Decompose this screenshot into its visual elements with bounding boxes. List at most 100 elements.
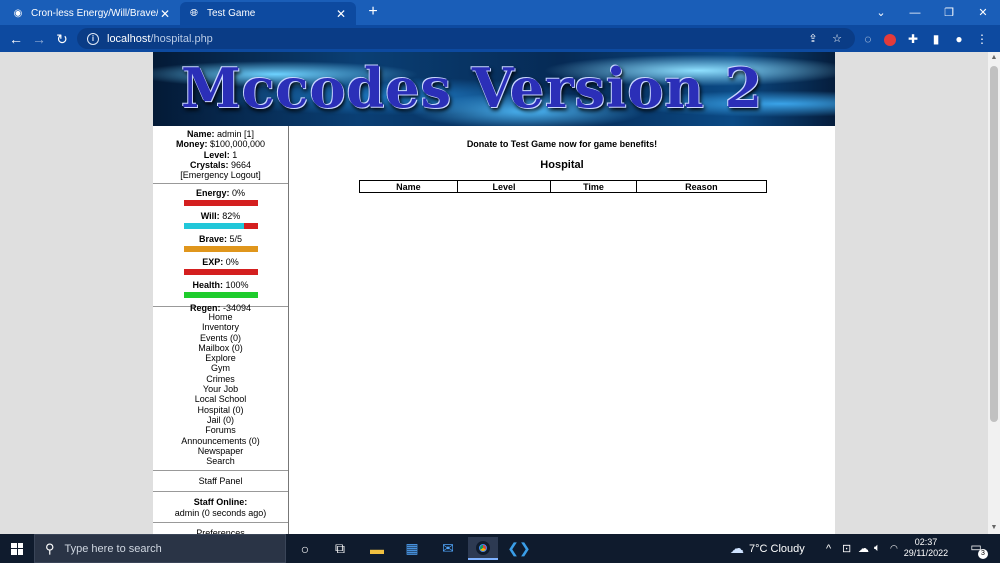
globe-icon: 🌐︎ — [190, 8, 198, 19]
clock-time: 02:37 — [914, 537, 938, 547]
profile-icon[interactable]: ● — [949, 29, 969, 49]
star-icon[interactable]: ☆ — [829, 31, 845, 47]
url-host: localhost — [107, 32, 151, 45]
column-header-level: Level — [456, 180, 552, 193]
puzzle-icon[interactable]: ✚ — [903, 29, 923, 49]
scroll-down-icon[interactable]: ▼ — [988, 522, 1000, 534]
scrollbar-thumb[interactable] — [990, 66, 998, 422]
back-arrow-icon[interactable]: ← — [6, 29, 26, 49]
player-money: Money: $100,000,000 — [175, 139, 266, 150]
stat-label: Health: 100% — [192, 280, 249, 290]
mail-icon[interactable]: ✉ — [433, 537, 463, 560]
nav-link-home[interactable]: Home — [153, 312, 288, 322]
kebab-menu-icon[interactable]: ⋮ — [972, 29, 992, 49]
share-icon[interactable]: ⇪ — [805, 31, 821, 47]
close-icon[interactable]: ✕ — [334, 7, 348, 21]
forward-arrow-icon[interactable]: → — [29, 29, 49, 49]
emergency-logout-link[interactable]: [Emergency Logout] — [153, 170, 288, 180]
notification-badge: 3 — [978, 549, 988, 559]
nav-link-mailbox-0[interactable]: Mailbox (0) — [153, 343, 288, 353]
start-button[interactable] — [0, 534, 34, 563]
banner: Mccodes Version 2 — [153, 52, 835, 126]
search-icon: ⚲ — [45, 540, 55, 556]
system-clock[interactable]: 02:37 29/11/2022 — [896, 537, 956, 559]
task-view-icon[interactable]: ⧉ — [325, 537, 355, 560]
donate-link[interactable]: Donate to Test Game now for game benefit… — [289, 139, 835, 149]
column-header-reason: Reason — [635, 180, 768, 193]
cortana-icon[interactable]: ○ — [290, 537, 320, 560]
nav-link-newspaper[interactable]: Newspaper — [153, 446, 288, 456]
sidebar: Name: admin [1] Money: $100,000,000 Leve… — [153, 126, 289, 534]
cloud-icon: ☁ — [730, 540, 744, 556]
vscode-icon[interactable]: ❮❯ — [504, 537, 534, 560]
windows-logo-icon — [11, 542, 23, 555]
main-content: Donate to Test Game now for game benefit… — [289, 126, 835, 534]
main-nav: Home Inventory Events (0) Mailbox (0) Explor… — [153, 307, 288, 471]
chrome-icon[interactable] — [468, 537, 498, 560]
search-placeholder: Type here to search — [64, 542, 162, 555]
staff-online: Staff Online: admin (0 seconds ago) — [153, 492, 288, 523]
scroll-up-icon[interactable]: ▲ — [988, 52, 1000, 64]
notification-icon[interactable]: ▭ 3 — [968, 540, 988, 559]
column-header-name: Name — [359, 180, 458, 193]
stat-bar — [183, 292, 258, 298]
close-icon[interactable]: ✕ — [158, 7, 172, 21]
stat-label: EXP: 0% — [202, 257, 239, 267]
nav-link-jail-0[interactable]: Jail (0) — [153, 415, 288, 425]
tab-cron-less[interactable]: ◉ Cron-less Energy/Will/Brave/HP F ✕ — [4, 2, 180, 25]
weather-widget[interactable]: ☁ 7°C Cloudy — [730, 534, 805, 563]
nav-link-inventory[interactable]: Inventory — [153, 322, 288, 332]
player-level: Level: 1 — [203, 149, 238, 160]
preferences-link[interactable]: Preferences — [153, 523, 288, 534]
nav-link-hospital-0[interactable]: Hospital (0) — [153, 405, 288, 415]
nav-link-local-school[interactable]: Local School — [153, 394, 288, 404]
stat-bar — [183, 246, 258, 252]
hospital-table: Name Level Time Reason — [359, 180, 768, 193]
stat-label: Will: 82% — [200, 211, 241, 221]
nav-link-announcements-0[interactable]: Announcements (0) — [153, 436, 288, 446]
nav-link-forums[interactable]: Forums — [153, 425, 288, 435]
stat-bar — [183, 223, 258, 229]
close-window-button[interactable]: ✕ — [966, 0, 1000, 25]
nav-link-your-job[interactable]: Your Job — [153, 384, 288, 394]
stat-bar — [183, 269, 258, 275]
tab-test-game[interactable]: 🌐︎ Test Game ✕ — [180, 2, 356, 25]
taskbar-search[interactable]: ⚲ Type here to search — [34, 534, 286, 563]
maximize-button[interactable]: ❐ — [932, 0, 966, 25]
player-stats: Energy: 0% Will: 82% Brave: 5/5 EXP: 0% Heal… — [153, 184, 288, 313]
stat-label: Brave: 5/5 — [198, 234, 243, 244]
nav-link-explore[interactable]: Explore — [153, 353, 288, 363]
network-icon[interactable]: ⊡ — [842, 534, 851, 563]
tab-strip: ◉ Cron-less Energy/Will/Brave/HP F ✕ 🌐︎ … — [0, 0, 1000, 25]
chevron-up-icon[interactable]: ^ — [826, 534, 831, 563]
reload-icon[interactable]: ↻ — [52, 29, 72, 49]
address-bar[interactable]: i localhost/hospital.php ⇪ ☆ — [77, 28, 855, 49]
column-header-time: Time — [550, 180, 637, 193]
new-tab-button[interactable]: + — [364, 3, 382, 21]
table-header-row: Name Level Time Reason — [359, 180, 768, 193]
sidepanel-icon[interactable]: ▮ — [926, 29, 946, 49]
nav-link-crimes[interactable]: Crimes — [153, 374, 288, 384]
game-page: Mccodes Version 2 Name: admin [1] Money:… — [153, 52, 835, 534]
staff-panel-link[interactable]: Staff Panel — [153, 471, 288, 492]
staff-online-value[interactable]: admin (0 seconds ago) — [153, 508, 288, 519]
page-title: Hospital — [540, 159, 584, 171]
nav-link-events-0[interactable]: Events (0) — [153, 333, 288, 343]
stat-bar — [183, 200, 258, 206]
extension-icon[interactable]: ◌ — [858, 29, 878, 49]
record-icon[interactable] — [880, 29, 900, 49]
nav-link-gym[interactable]: Gym — [153, 363, 288, 373]
store-icon[interactable]: ▦ — [397, 537, 427, 560]
volume-icon[interactable]: 🔈︎ — [874, 534, 881, 563]
file-explorer-icon[interactable]: ▬ — [362, 537, 392, 560]
nav-link-search[interactable]: Search — [153, 456, 288, 466]
info-icon[interactable]: i — [87, 32, 99, 45]
browser-toolbar: ← → ↻ i localhost/hospital.php ⇪ ☆ ◌ ✚ ▮… — [0, 25, 1000, 52]
banner-title: Mccodes Version 2 — [181, 56, 764, 120]
minimize-button[interactable]: — — [898, 0, 932, 25]
tab-title: Cron-less Energy/Will/Brave/HP F — [31, 8, 158, 19]
chevron-down-icon[interactable]: ⌄ — [864, 0, 898, 25]
url-path: /hospital.php — [150, 32, 213, 45]
onedrive-icon[interactable]: ☁ — [858, 534, 869, 563]
player-name: Name: admin [1] — [186, 129, 255, 139]
